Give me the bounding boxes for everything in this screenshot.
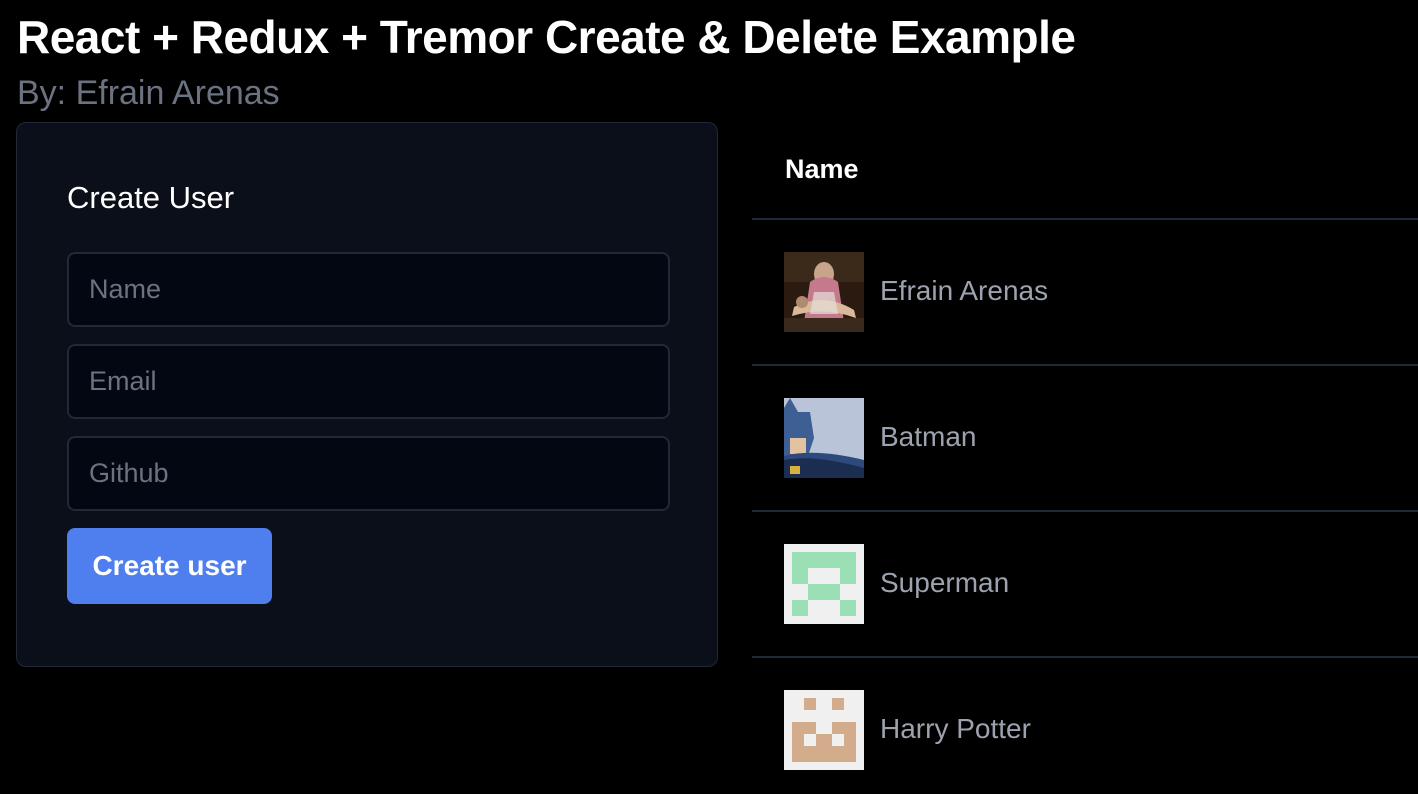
table-header: Name	[752, 122, 1418, 220]
user-name: Harry Potter	[880, 713, 1031, 744]
create-user-button[interactable]: Create user	[67, 528, 272, 604]
user-name: Efrain Arenas	[880, 275, 1049, 306]
batman-avatar	[784, 398, 864, 478]
page: React + Redux + Tremor Create & Delete E…	[0, 0, 1418, 794]
card-title: Create User	[67, 180, 235, 215]
user-name: Superman	[880, 567, 1010, 598]
user-name: Batman	[880, 421, 977, 452]
table-row: Batman	[752, 366, 1418, 512]
users-table: Name Efrain Arenas Batman Superman Harry…	[752, 122, 1418, 794]
painting-avatar	[784, 252, 864, 332]
page-subtitle: By: Efrain Arenas	[17, 74, 280, 112]
email-input[interactable]	[67, 344, 670, 419]
table-row: Harry Potter	[752, 658, 1418, 794]
column-header-name: Name	[785, 154, 859, 184]
github-input[interactable]	[67, 436, 670, 511]
name-input[interactable]	[67, 252, 670, 327]
tan-identicon-avatar	[784, 690, 864, 770]
green-identicon-avatar	[784, 544, 864, 624]
create-user-card: Create User Create user	[16, 122, 718, 667]
table-row: Superman	[752, 512, 1418, 658]
table-row: Efrain Arenas	[752, 220, 1418, 366]
page-title: React + Redux + Tremor Create & Delete E…	[17, 11, 1076, 63]
